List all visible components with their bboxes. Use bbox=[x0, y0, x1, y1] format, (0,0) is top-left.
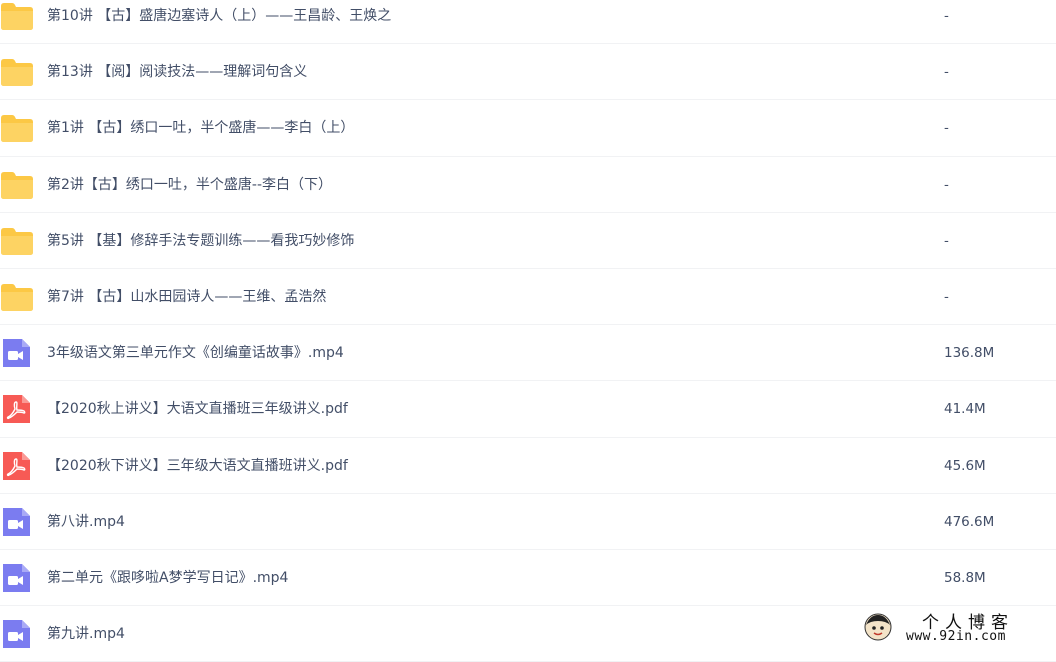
file-name[interactable]: 第九讲.mp4 bbox=[47, 606, 125, 662]
file-row-video[interactable]: 第八讲.mp4 476.6M bbox=[0, 494, 1056, 550]
file-name[interactable]: 第二单元《跟哆啦A梦学写日记》.mp4 bbox=[47, 550, 288, 606]
file-row-pdf[interactable]: 【2020秋下讲义】三年级大语文直播班讲义.pdf 45.6M bbox=[0, 438, 1056, 494]
file-name[interactable]: 第13讲 【阅】阅读技法——理解词句含义 bbox=[47, 44, 307, 100]
file-size: 45.6M bbox=[944, 457, 986, 474]
watermark-url: www.92in.com bbox=[906, 629, 1006, 644]
file-name[interactable]: 3年级语文第三单元作文《创编童话故事》.mp4 bbox=[47, 325, 344, 381]
folder-icon[interactable] bbox=[0, 57, 34, 87]
pdf-file-icon[interactable] bbox=[0, 451, 34, 481]
file-name[interactable]: 【2020秋下讲义】三年级大语文直播班讲义.pdf bbox=[47, 438, 348, 494]
watermark-avatar-icon bbox=[864, 613, 892, 641]
file-list: 第10讲 【古】盛唐边塞诗人（上）——王昌龄、王焕之 - 第13讲 【阅】阅读技法—… bbox=[0, 0, 1056, 662]
video-file-icon[interactable] bbox=[0, 338, 34, 368]
file-name[interactable]: 第1讲 【古】绣口一吐，半个盛唐——李白（上） bbox=[47, 100, 354, 156]
folder-icon[interactable] bbox=[0, 113, 34, 143]
file-name[interactable]: 第10讲 【古】盛唐边塞诗人（上）——王昌龄、王焕之 bbox=[47, 0, 391, 44]
file-name[interactable]: 第八讲.mp4 bbox=[47, 494, 125, 550]
folder-icon[interactable] bbox=[0, 282, 34, 312]
file-row-pdf[interactable]: 【2020秋上讲义】大语文直播班三年级讲义.pdf 41.4M bbox=[0, 381, 1056, 438]
file-row-folder[interactable]: 第7讲 【古】山水田园诗人——王维、孟浩然 - bbox=[0, 269, 1056, 326]
file-row-folder[interactable]: 第2讲【古】绣口一吐，半个盛唐--李白（下） - bbox=[0, 157, 1056, 213]
file-size: - bbox=[944, 176, 949, 193]
file-size: 41.4M bbox=[944, 401, 986, 418]
file-row-folder[interactable]: 第5讲 【基】修辞手法专题训练——看我巧妙修饰 - bbox=[0, 213, 1056, 269]
file-size: 476.6M bbox=[944, 513, 995, 530]
file-row-folder[interactable]: 第1讲 【古】绣口一吐，半个盛唐——李白（上） - bbox=[0, 100, 1056, 157]
file-name[interactable]: 第2讲【古】绣口一吐，半个盛唐--李白（下） bbox=[47, 157, 332, 213]
file-row-folder[interactable]: 第10讲 【古】盛唐边塞诗人（上）——王昌龄、王焕之 - bbox=[0, 0, 1056, 45]
file-row-folder[interactable]: 第13讲 【阅】阅读技法——理解词句含义 - bbox=[0, 44, 1056, 101]
watermark: 个人博客 www.92in.com bbox=[862, 608, 1042, 648]
file-size: - bbox=[944, 8, 949, 24]
file-row-video[interactable]: 3年级语文第三单元作文《创编童话故事》.mp4 136.8M bbox=[0, 325, 1056, 382]
file-name[interactable]: 第5讲 【基】修辞手法专题训练——看我巧妙修饰 bbox=[47, 213, 354, 269]
video-file-icon[interactable] bbox=[0, 507, 34, 537]
pdf-file-icon[interactable] bbox=[0, 394, 34, 424]
video-file-icon[interactable] bbox=[0, 563, 34, 593]
file-size: - bbox=[944, 288, 949, 305]
file-size: - bbox=[944, 64, 949, 81]
file-size: - bbox=[944, 120, 949, 137]
file-name[interactable]: 第7讲 【古】山水田园诗人——王维、孟浩然 bbox=[47, 269, 326, 325]
file-size: 136.8M bbox=[944, 345, 995, 362]
file-name[interactable]: 【2020秋上讲义】大语文直播班三年级讲义.pdf bbox=[47, 381, 348, 437]
file-size: - bbox=[944, 232, 949, 249]
folder-icon[interactable] bbox=[0, 170, 34, 200]
file-size: 58.8M bbox=[944, 569, 986, 586]
video-file-icon[interactable] bbox=[0, 619, 34, 649]
folder-icon[interactable] bbox=[0, 226, 34, 256]
folder-icon[interactable] bbox=[0, 1, 34, 31]
file-row-video[interactable]: 第二单元《跟哆啦A梦学写日记》.mp4 58.8M bbox=[0, 550, 1056, 607]
